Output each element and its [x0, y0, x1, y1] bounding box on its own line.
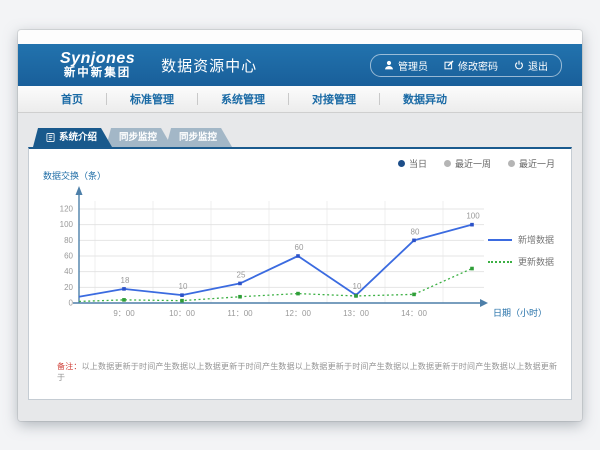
period-label: 当日 [409, 157, 427, 170]
data-point-marker [354, 294, 358, 298]
radio-icon [508, 160, 515, 167]
change-password-label: 修改密码 [458, 58, 498, 73]
nav-item-4[interactable]: 数据异动 [380, 91, 470, 107]
nav-item-0[interactable]: 首页 [38, 91, 106, 107]
chart-text: 10：00 [169, 309, 195, 318]
period-option-0[interactable]: 当日 [398, 157, 427, 170]
nav-item-2[interactable]: 系统管理 [198, 91, 288, 107]
chart-text: 100 [466, 212, 480, 221]
app-header: Synjones 新中新集团 数据资源中心 管理员 修改 [18, 44, 582, 86]
app-window: Synjones 新中新集团 数据资源中心 管理员 修改 [18, 30, 582, 421]
main-nav: 首页标准管理系统管理对接管理数据异动 [18, 86, 582, 113]
period-option-1[interactable]: 最近一周 [444, 157, 491, 170]
radio-selected-icon [398, 160, 405, 167]
tab-1[interactable]: 同步监控 [106, 128, 172, 147]
tab-2[interactable]: 同步监控 [166, 128, 232, 147]
period-option-2[interactable]: 最近一月 [508, 157, 555, 170]
brand-logo-en: Synjones [60, 51, 135, 68]
chart-text: 60 [64, 252, 73, 261]
chart-text: 10 [353, 282, 362, 291]
chart-text: 100 [60, 220, 74, 229]
tab-bar: 系统介绍 同步监控 同步监控 [33, 128, 572, 147]
period-selector: 当日 最近一周 最近一月 [398, 157, 555, 170]
data-point-marker [470, 223, 474, 227]
chart-text: 80 [64, 236, 73, 245]
chart-text: 10 [179, 282, 188, 291]
chart-text: 20 [64, 283, 73, 292]
user-menu: 管理员 修改密码 退出 [370, 54, 562, 77]
chart-text: 12：00 [285, 309, 311, 318]
content-card: 当日 最近一周 最近一月 0 20 40 60 80 100 120 9：00 10：00 11：00… [28, 147, 572, 400]
user-icon [384, 60, 394, 70]
logout-button[interactable]: 退出 [514, 58, 548, 73]
data-point-marker [470, 267, 474, 271]
footnote-text: 以上数据更新于时间产生数据以上数据更新于时间产生数据以上数据更新于时间产生数据以… [57, 362, 557, 382]
legend-label: 新增数据 [518, 233, 554, 246]
radio-icon [444, 160, 451, 167]
app-title: 数据资源中心 [161, 55, 257, 76]
legend-line-sample [488, 239, 512, 241]
doc-icon [46, 133, 55, 142]
logout-label: 退出 [528, 58, 548, 73]
period-label: 最近一月 [519, 157, 555, 170]
data-point-marker [238, 282, 242, 286]
footnote-prefix: 备注： [57, 362, 82, 371]
nav-item-1[interactable]: 标准管理 [107, 91, 197, 107]
tab-label: 同步监控 [119, 128, 157, 147]
chart-text: 9：00 [113, 309, 135, 318]
chart-text: 40 [64, 267, 73, 276]
data-point-marker [122, 298, 126, 302]
data-point-marker [180, 299, 184, 303]
power-icon [514, 60, 524, 70]
legend-line-sample [488, 261, 512, 263]
data-point-marker [180, 293, 184, 297]
brand-logo: Synjones 新中新集团 [60, 51, 135, 80]
data-point-marker [122, 287, 126, 291]
brand-logo-cn: 新中新集团 [60, 67, 135, 79]
tab-label: 系统介绍 [59, 128, 97, 147]
data-point-marker [412, 239, 416, 243]
legend-item-0[interactable]: 新增数据 [488, 233, 554, 246]
series-line [79, 269, 472, 302]
data-point-marker [296, 254, 300, 258]
chart-text: 0 [69, 299, 74, 308]
chart-text: 日期（小时） [493, 307, 547, 318]
tab-0[interactable]: 系统介绍 [33, 128, 112, 147]
chart-text: 25 [237, 270, 246, 279]
legend-label: 更新数据 [518, 255, 554, 268]
chart-text: 11：00 [227, 309, 253, 318]
chart-text: 14：00 [401, 309, 427, 318]
content-area: 系统介绍 同步监控 同步监控 当日 最近一周 最近一月 0 20 40 60 80 100 120 9… [18, 113, 582, 421]
desktop-background: Synjones 新中新集团 数据资源中心 管理员 修改 [0, 0, 600, 450]
footnote: 备注：以上数据更新于时间产生数据以上数据更新于时间产生数据以上数据更新于时间产生… [57, 361, 563, 383]
tab-label: 同步监控 [179, 128, 217, 147]
user-label: 管理员 [398, 58, 428, 73]
user-button[interactable]: 管理员 [384, 58, 428, 73]
change-password-button[interactable]: 修改密码 [444, 58, 498, 73]
data-point-marker [238, 295, 242, 299]
page-top-strip [18, 30, 582, 44]
chart-legend: 新增数据更新数据 [488, 233, 554, 268]
chart-text: 60 [295, 243, 304, 252]
data-point-marker [296, 292, 300, 296]
y-axis-arrow-icon [76, 186, 83, 195]
edit-icon [444, 60, 454, 70]
chart-text: 120 [60, 205, 74, 214]
x-axis-arrow-icon [480, 299, 488, 307]
legend-item-1[interactable]: 更新数据 [488, 255, 554, 268]
chart-text: 18 [121, 276, 130, 285]
chart-text: 13：00 [343, 309, 369, 318]
chart-text: 80 [411, 227, 420, 236]
period-label: 最近一周 [455, 157, 491, 170]
chart-text: 数据交换（条） [43, 170, 106, 181]
data-point-marker [412, 293, 416, 297]
nav-item-3[interactable]: 对接管理 [289, 91, 379, 107]
